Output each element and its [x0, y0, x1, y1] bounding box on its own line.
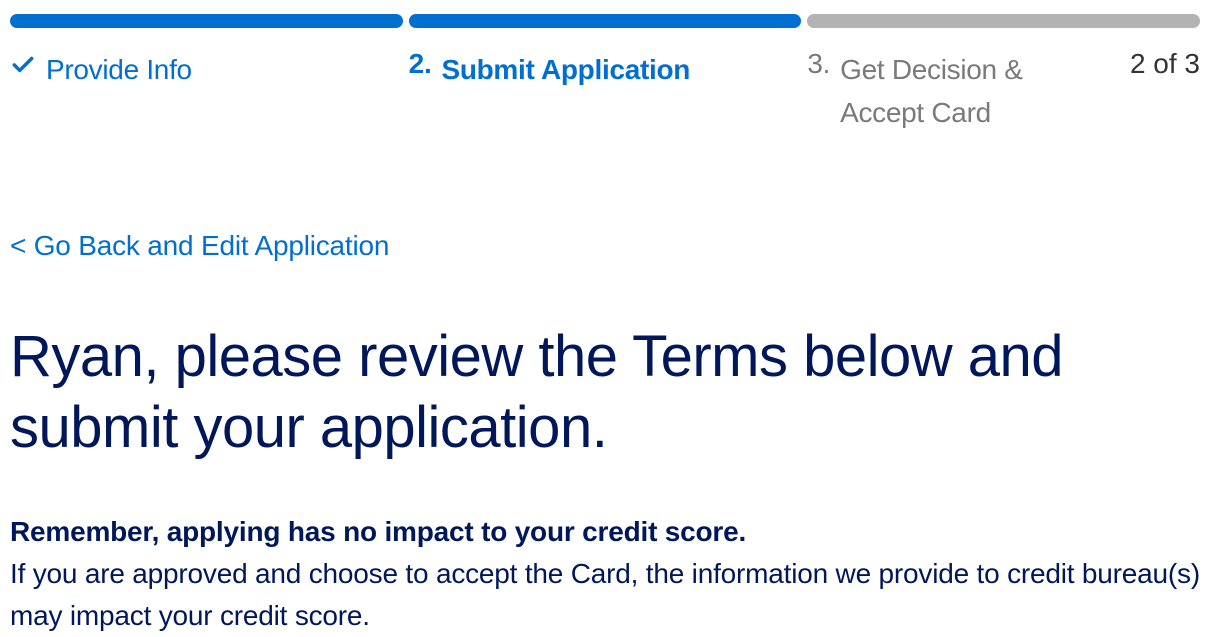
- progress-step-3: 3. Get Decision & Accept Card 2 of 3: [807, 14, 1200, 135]
- progress-bar-1: [10, 14, 403, 28]
- progress-step-2: 2. Submit Application: [409, 14, 802, 135]
- step-2-label-wrap: 2. Submit Application: [409, 48, 690, 91]
- reminder-body: If you are approved and choose to accept…: [10, 558, 1200, 631]
- reminder-bold: Remember, applying has no impact to your…: [10, 516, 746, 547]
- step-counter: 2 of 3: [1110, 48, 1200, 80]
- step-3-label: Get Decision & Accept Card: [840, 48, 1110, 135]
- step-2-label: Submit Application: [441, 48, 690, 91]
- progress-stepper: Provide Info 2. Submit Application 3. Ge…: [10, 14, 1200, 135]
- reminder-text: Remember, applying has no impact to your…: [10, 511, 1200, 637]
- progress-bar-2: [409, 14, 802, 28]
- go-back-link[interactable]: < Go Back and Edit Application: [10, 230, 389, 262]
- step-3-label-wrap: 3. Get Decision & Accept Card: [807, 48, 1110, 135]
- step-3-number: 3.: [807, 48, 830, 80]
- progress-bar-3: [807, 14, 1200, 28]
- step-2-number: 2.: [409, 48, 432, 80]
- page-heading: Ryan, please review the Terms below and …: [10, 322, 1200, 464]
- progress-step-1: Provide Info: [10, 14, 403, 135]
- step-1-label-wrap: Provide Info: [10, 48, 192, 91]
- check-icon: [10, 52, 36, 78]
- step-1-label: Provide Info: [46, 48, 192, 91]
